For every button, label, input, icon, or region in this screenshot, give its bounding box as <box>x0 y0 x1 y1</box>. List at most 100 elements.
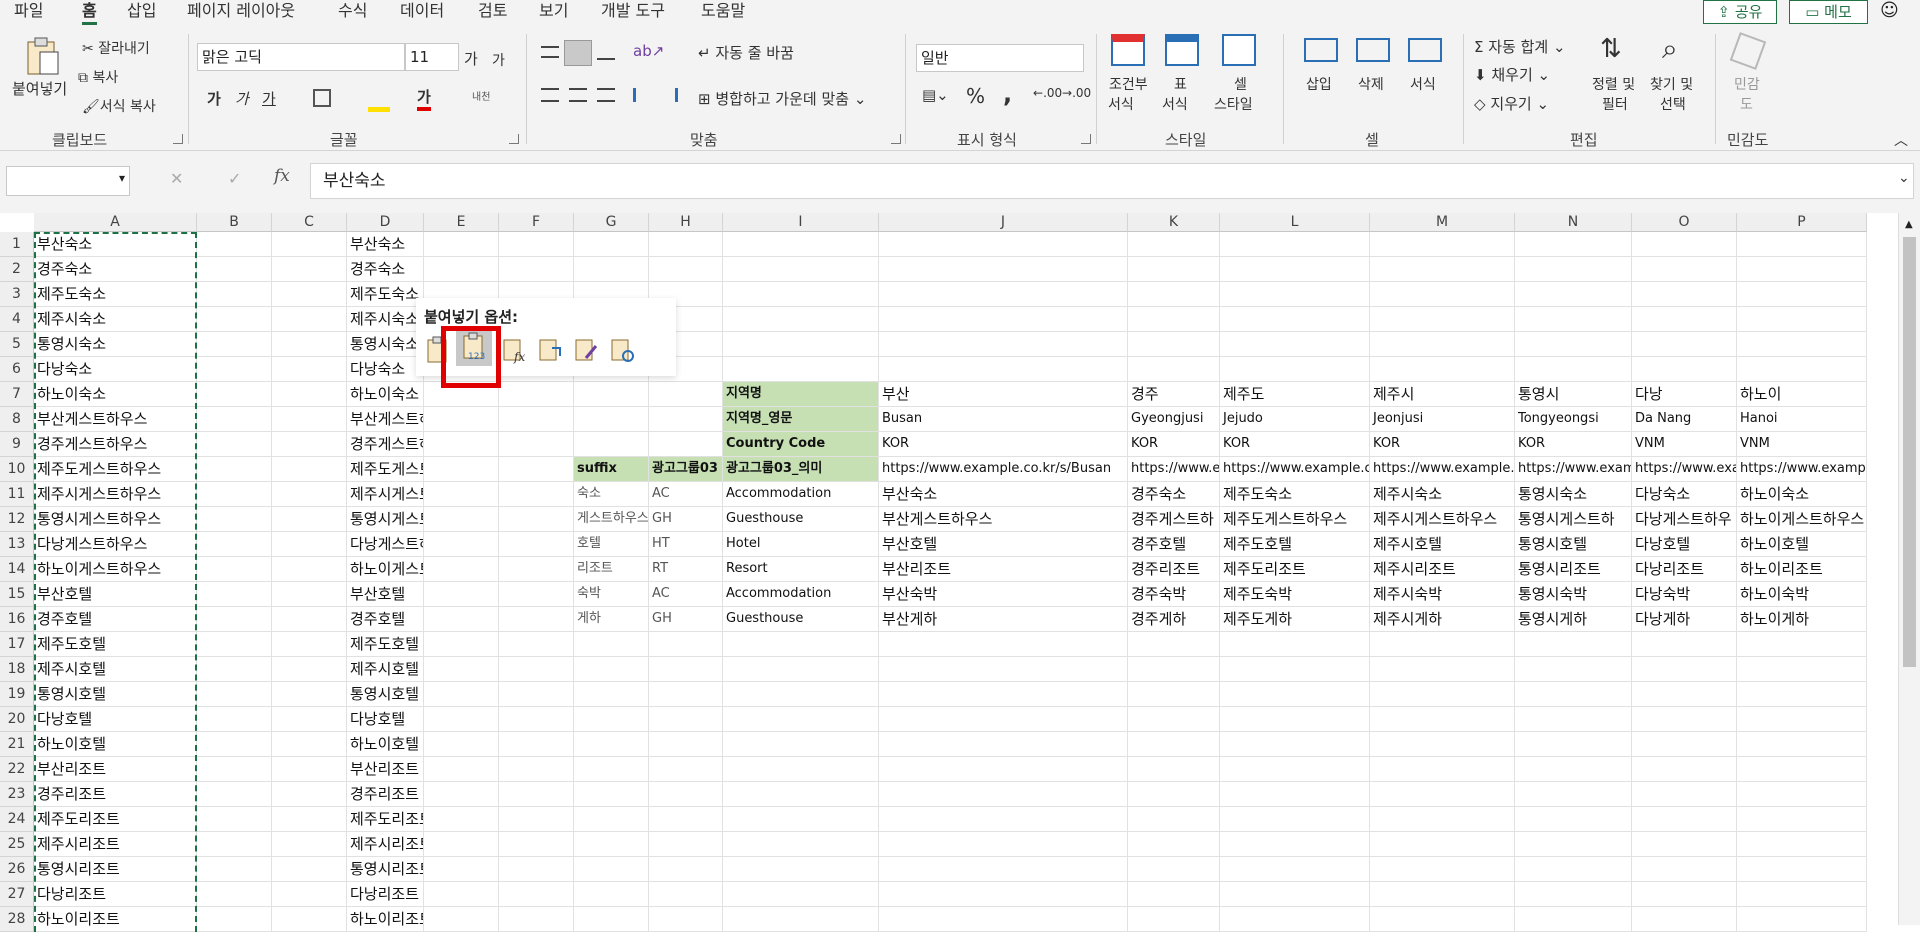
font-color-button[interactable]: 가 <box>417 86 431 111</box>
column-header-n[interactable]: N <box>1515 213 1632 232</box>
comments-button[interactable]: ▭ 메모 <box>1789 0 1868 24</box>
grid-cell[interactable] <box>197 657 272 682</box>
cell-g10[interactable]: suffix <box>574 457 649 482</box>
conditional-format-button[interactable]: 조건부 서식 <box>1106 34 1154 124</box>
grid-cell[interactable] <box>723 257 879 282</box>
grid-cell[interactable] <box>649 657 723 682</box>
grid-cell[interactable] <box>1128 907 1220 932</box>
row-header-8[interactable]: 8 <box>0 407 34 432</box>
row-header-15[interactable]: 15 <box>0 582 34 607</box>
grid-cell[interactable] <box>1737 782 1867 807</box>
grid-cell[interactable] <box>1632 782 1737 807</box>
cell-d1[interactable]: 부산숙소 <box>347 232 424 257</box>
grid-cell[interactable] <box>1220 707 1370 732</box>
grid-cell[interactable] <box>197 457 272 482</box>
cell-d23[interactable]: 경주리조트 <box>347 782 424 807</box>
font-launcher-icon[interactable] <box>509 134 519 144</box>
paste-transpose-icon[interactable] <box>536 334 564 364</box>
grid-cell[interactable] <box>197 257 272 282</box>
fill-color-icon[interactable] <box>368 88 390 112</box>
cell-m13[interactable]: 제주시호텔 <box>1370 532 1515 557</box>
grid-cell[interactable] <box>197 557 272 582</box>
grid-cell[interactable] <box>574 432 649 457</box>
grid-cell[interactable] <box>1128 307 1220 332</box>
cell-a19[interactable]: 통영시호텔 <box>34 682 197 707</box>
cell-a24[interactable]: 제주도리조트 <box>34 807 197 832</box>
grid-cell[interactable] <box>1128 882 1220 907</box>
grid-cell[interactable] <box>1515 682 1632 707</box>
grid-cell[interactable] <box>272 807 347 832</box>
cell-p8[interactable]: Hanoi <box>1737 407 1867 432</box>
grid-cell[interactable] <box>499 607 574 632</box>
grid-cell[interactable] <box>1737 657 1867 682</box>
cell-n11[interactable]: 통영시숙소 <box>1515 482 1632 507</box>
grid-cell[interactable] <box>424 732 499 757</box>
grid-cell[interactable] <box>424 632 499 657</box>
grid-cell[interactable] <box>1737 332 1867 357</box>
grid-cell[interactable] <box>272 832 347 857</box>
cell-i16[interactable]: Guesthouse <box>723 607 879 632</box>
grid-cell[interactable] <box>574 657 649 682</box>
grid-cell[interactable] <box>424 482 499 507</box>
cell-d14[interactable]: 하노이게스트하우스 <box>347 557 424 582</box>
grid-cell[interactable] <box>649 857 723 882</box>
grid-cell[interactable] <box>1370 282 1515 307</box>
grid-cell[interactable] <box>1632 307 1737 332</box>
grid-cell[interactable] <box>649 807 723 832</box>
column-header-o[interactable]: O <box>1632 213 1737 232</box>
grid-cell[interactable] <box>574 257 649 282</box>
spreadsheet-grid[interactable]: ABCDEFGHIJKLMNOP 1 2 3 4 5 6 7 8 9 10 11 12 13 14 15 16… <box>0 213 1920 932</box>
grid-cell[interactable] <box>1632 232 1737 257</box>
grid-cell[interactable] <box>272 782 347 807</box>
grid-cell[interactable] <box>197 707 272 732</box>
cell-p7[interactable]: 하노이 <box>1737 382 1867 407</box>
grid-cell[interactable] <box>723 657 879 682</box>
grid-cell[interactable] <box>1515 332 1632 357</box>
cell-h16[interactable]: GH <box>649 607 723 632</box>
cell-k10[interactable]: https://www.ex <box>1128 457 1220 482</box>
cell-a12[interactable]: 통영시게스트하우스 <box>34 507 197 532</box>
cell-k16[interactable]: 경주게하 <box>1128 607 1220 632</box>
grid-cell[interactable] <box>1737 232 1867 257</box>
grid-cell[interactable] <box>1128 782 1220 807</box>
grid-cell[interactable] <box>499 782 574 807</box>
cell-i8[interactable]: 지역명_영문 <box>723 407 879 432</box>
row-header-18[interactable]: 18 <box>0 657 34 682</box>
row-header-7[interactable]: 7 <box>0 382 34 407</box>
grid-cell[interactable] <box>1632 282 1737 307</box>
grid-cell[interactable] <box>1220 757 1370 782</box>
delete-cells-button[interactable]: 삭제 <box>1350 34 1396 124</box>
row-header-5[interactable]: 5 <box>0 332 34 357</box>
grid-cell[interactable] <box>879 657 1128 682</box>
cell-j10[interactable]: https://www.example.co.kr/s/Busan <box>879 457 1128 482</box>
grid-cell[interactable] <box>1220 657 1370 682</box>
cell-h10[interactable]: 광고그룹03 <box>649 457 723 482</box>
grid-cell[interactable] <box>649 382 723 407</box>
paste-formatting-icon[interactable] <box>572 334 600 364</box>
row-header-2[interactable]: 2 <box>0 257 34 282</box>
cell-m8[interactable]: Jeonjusi <box>1370 407 1515 432</box>
cell-d10[interactable]: 제주도게스트하우스 <box>347 457 424 482</box>
grid-cell[interactable] <box>424 457 499 482</box>
cell-j12[interactable]: 부산게스트하우스 <box>879 507 1128 532</box>
grid-cell[interactable] <box>1515 907 1632 932</box>
grid-cell[interactable] <box>574 232 649 257</box>
grid-cell[interactable] <box>879 632 1128 657</box>
grid-cell[interactable] <box>1632 832 1737 857</box>
grid-cell[interactable] <box>1737 882 1867 907</box>
cell-g11[interactable]: 숙소 <box>574 482 649 507</box>
cell-l16[interactable]: 제주도게하 <box>1220 607 1370 632</box>
grid-cell[interactable] <box>1737 632 1867 657</box>
grid-cell[interactable] <box>197 332 272 357</box>
cell-a2[interactable]: 경주숙소 <box>34 257 197 282</box>
percent-button[interactable]: % <box>966 84 985 108</box>
grid-cell[interactable] <box>272 732 347 757</box>
row-header-19[interactable]: 19 <box>0 682 34 707</box>
cell-d22[interactable]: 부산리조트 <box>347 757 424 782</box>
decrease-decimal-button[interactable]: →.00 <box>1062 86 1091 100</box>
cell-g14[interactable]: 리조트 <box>574 557 649 582</box>
cell-a3[interactable]: 제주도숙소 <box>34 282 197 307</box>
grid-cell[interactable] <box>1370 807 1515 832</box>
grid-cell[interactable] <box>1737 832 1867 857</box>
fill-button[interactable]: ⬇ 채우기 ⌄ <box>1474 64 1550 85</box>
